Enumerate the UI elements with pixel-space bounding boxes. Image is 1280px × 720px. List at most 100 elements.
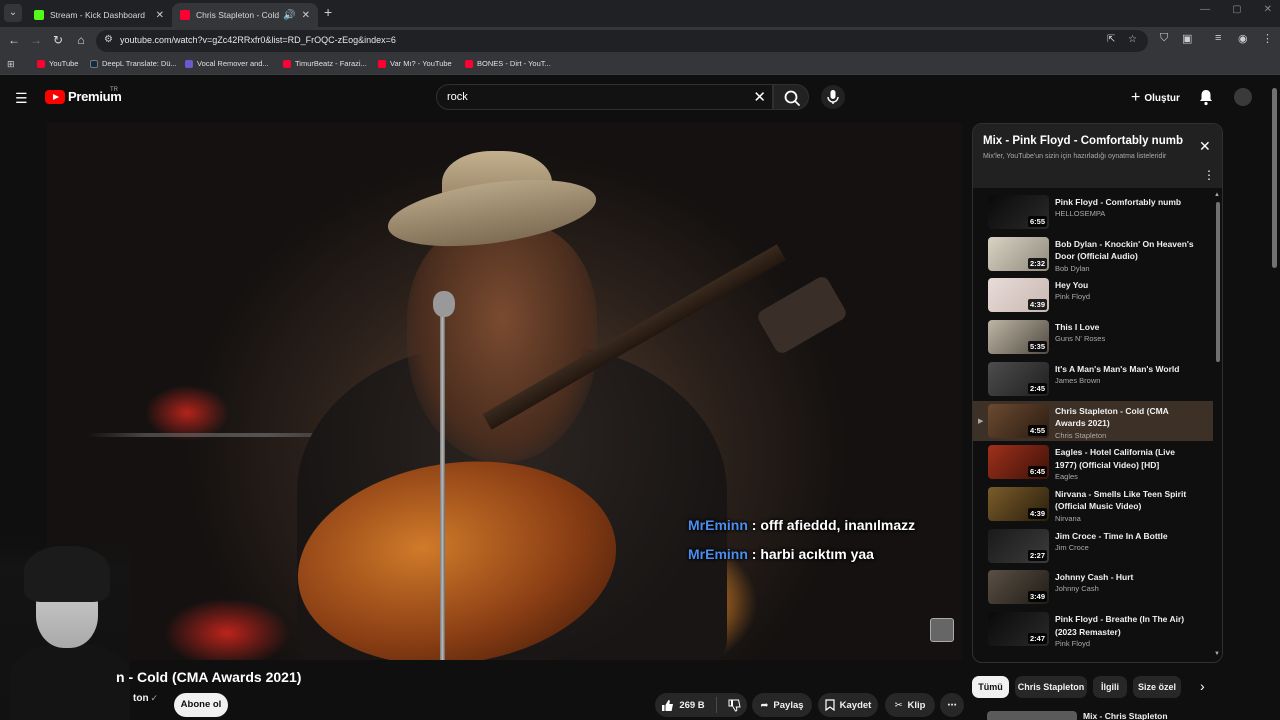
bookmark-timurbeatz[interactable]: TimurBeatz - Farazi... [283,59,367,68]
video-thumbnail[interactable]: 4:39 [988,486,1049,521]
clip-button[interactable]: ✂ Klip [885,693,935,717]
page-scrollbar[interactable] [1272,88,1277,268]
playlist-item[interactable]: 2:32 Bob Dylan - Knockin' On Heaven's Doo… [973,234,1213,274]
back-icon[interactable]: ← [6,33,22,47]
video-thumbnail[interactable]: 3:49 [988,570,1049,605]
mix-playlist-panel: Mix - Pink Floyd - Comfortably numb Mix'… [972,123,1223,663]
playlist-item[interactable]: 2:27 Jim Croce - Time In A Bottle Jim Croc… [973,526,1213,566]
dislike-icon[interactable] [728,699,741,712]
scroll-up-icon[interactable]: ▲ [1214,192,1220,198]
voice-search-button[interactable] [821,85,845,109]
close-window-icon[interactable]: ✕ [1264,4,1272,15]
guide-menu-icon[interactable]: ☰ [15,90,28,107]
search-input[interactable] [447,91,737,103]
like-count[interactable]: 269 B [679,700,704,711]
like-dislike-group: 269 B [655,693,747,717]
video-thumbnail[interactable]: 5:35 [988,320,1049,355]
playlist-title[interactable]: Mix - Pink Floyd - Comfortably numb [983,135,1183,147]
forward-icon[interactable]: → [28,33,44,47]
bookmark-star-icon[interactable]: ☆ [1128,34,1137,45]
browser-tab-kick[interactable]: Stream - Kick Dashboard ✕ [26,3,172,27]
playlist-menu-icon[interactable]: ⋮ [1203,168,1215,182]
reload-icon[interactable]: ↻ [50,33,66,47]
video-thumbnail[interactable]: 2:32 [988,236,1049,271]
browser-menu-icon[interactable]: ⋮ [1262,32,1273,45]
video-title: n - Cold (CMA Awards 2021) [116,669,302,685]
video-thumbnail[interactable]: 4:55 [988,403,1049,438]
bookmark-youtube[interactable]: YouTube [37,59,78,68]
video-thumbnail[interactable]: 2:47 [988,612,1049,646]
playlist-scrollbar[interactable] [1216,202,1220,362]
search-button[interactable] [773,84,809,110]
video-thumbnail[interactable]: 6:55 [988,195,1049,229]
playlist-item[interactable]: ▶ 4:55 Chris Stapleton - Cold (CMA Awards … [973,400,1213,441]
video-duration: 2:32 [1027,257,1047,269]
new-tab-icon[interactable]: + [324,4,332,20]
chip-chris-stapleton[interactable]: Chris Stapleton [1015,676,1087,698]
playlist-item[interactable]: 4:39 Hey You Pink Floyd [973,275,1213,315]
account-avatar[interactable] [1234,88,1252,106]
bookmark-label: BONES - Dirt - YouT... [477,59,551,68]
clip-label: Klip [907,699,926,711]
minimize-icon[interactable]: — [1200,4,1210,15]
playlist-item-channel: Pink Floyd [1055,292,1091,302]
close-tab-icon[interactable]: ✕ [302,10,310,21]
more-horizontal-icon: ⋯ [947,699,957,711]
speaker-icon[interactable]: 🔊 [283,10,295,21]
bookmark-deepl[interactable]: DeepL Translate: Dü... [90,59,177,68]
extension-shield-icon[interactable]: ⛉ [1160,32,1168,45]
playlist-item[interactable]: 2:45 It's A Man's Man's Man's World James … [973,359,1213,399]
chat-text: : harbi acıktım yaa [747,546,874,562]
maximize-icon[interactable]: ▢ [1232,4,1241,15]
site-info-icon[interactable]: ⚙ [104,34,113,45]
like-icon[interactable] [661,699,674,712]
playlist-item[interactable]: 6:45 Eagles - Hotel California (Live 1977… [973,442,1213,482]
playlist-item[interactable]: 3:49 Johnny Cash - Hurt Johnny Cash [973,567,1213,607]
apps-grid-icon[interactable]: ⊞ [7,59,15,70]
save-button[interactable]: Kaydet [818,693,878,717]
related-video-item[interactable]: Mix - Chris Stapleton [987,711,1212,720]
playlist-item[interactable]: 4:39 Nirvana - Smells Like Teen Spirit (O… [973,484,1213,524]
channel-name[interactable]: ton ✓ [133,693,158,704]
channel-watermark-icon[interactable] [930,618,954,642]
bookmark-bones-dirt[interactable]: BONES - Dirt - YouT... [465,59,551,68]
close-playlist-icon[interactable]: ✕ [1199,138,1211,155]
video-thumbnail[interactable]: 6:45 [988,445,1049,480]
more-actions-button[interactable]: ⋯ [940,693,964,717]
home-icon[interactable]: ⌂ [73,33,89,47]
chevron-right-icon[interactable]: › [1200,678,1205,694]
video-duration: 6:55 [1027,216,1047,227]
bookmark-var-mi[interactable]: Var Mı? - YouTube [378,59,452,68]
install-app-icon[interactable]: ⇱ [1107,34,1115,45]
chip-related[interactable]: İlgili [1093,676,1127,698]
browser-tab-youtube[interactable]: Chris Stapleton - Cold (CMA 🔊 ✕ [172,3,318,27]
extensions-puzzle-icon[interactable]: ▣ [1182,32,1192,45]
chip-all[interactable]: Tümü [972,676,1009,698]
video-thumbnail[interactable]: 2:27 [988,528,1049,563]
bookmark-vocal-remover[interactable]: Vocal Remover and... [185,59,269,68]
scissors-icon: ✂ [894,699,903,711]
scroll-down-icon[interactable]: ▼ [1214,651,1220,657]
tab-search-dropdown-icon[interactable]: ⌄ [4,4,22,22]
playlist-item[interactable]: 6:55 Pink Floyd - Comfortably numb HELLOSE… [973,192,1213,232]
performer-hair [407,223,597,463]
playlist-item-title: Jim Croce - Time In A Bottle [1055,530,1168,541]
video-thumbnail[interactable]: 4:39 [988,278,1049,313]
video-thumbnail[interactable]: 2:45 [988,361,1049,396]
media-controls-icon[interactable]: ≡ [1215,32,1221,44]
chip-for-you[interactable]: Size özel [1133,676,1181,698]
close-tab-icon[interactable]: ✕ [156,10,164,21]
share-icon: ➦ [760,699,769,711]
share-button[interactable]: ➦ Paylaş [752,693,812,717]
video-player[interactable]: MrEminn : offf afieddd, inanılmazz MrEmi… [47,123,962,660]
profile-icon[interactable]: ◉ [1238,32,1248,45]
playlist-item[interactable]: 2:47 Pink Floyd - Breathe (In The Air) (2… [973,609,1213,649]
chat-username: MrEminn [688,517,748,533]
subscribe-button[interactable]: Abone ol [174,693,228,717]
create-button[interactable]: + Oluştur [1131,89,1180,107]
address-bar[interactable]: ⚙ youtube.com/watch?v=gZc42RRxfr0&list=R… [96,30,1148,52]
notifications-button[interactable] [1198,88,1214,111]
playlist-item[interactable]: 5:35 This I Love Guns N' Roses [973,317,1213,357]
clear-search-icon[interactable]: ✕ [753,88,766,106]
youtube-play-icon [45,89,65,104]
